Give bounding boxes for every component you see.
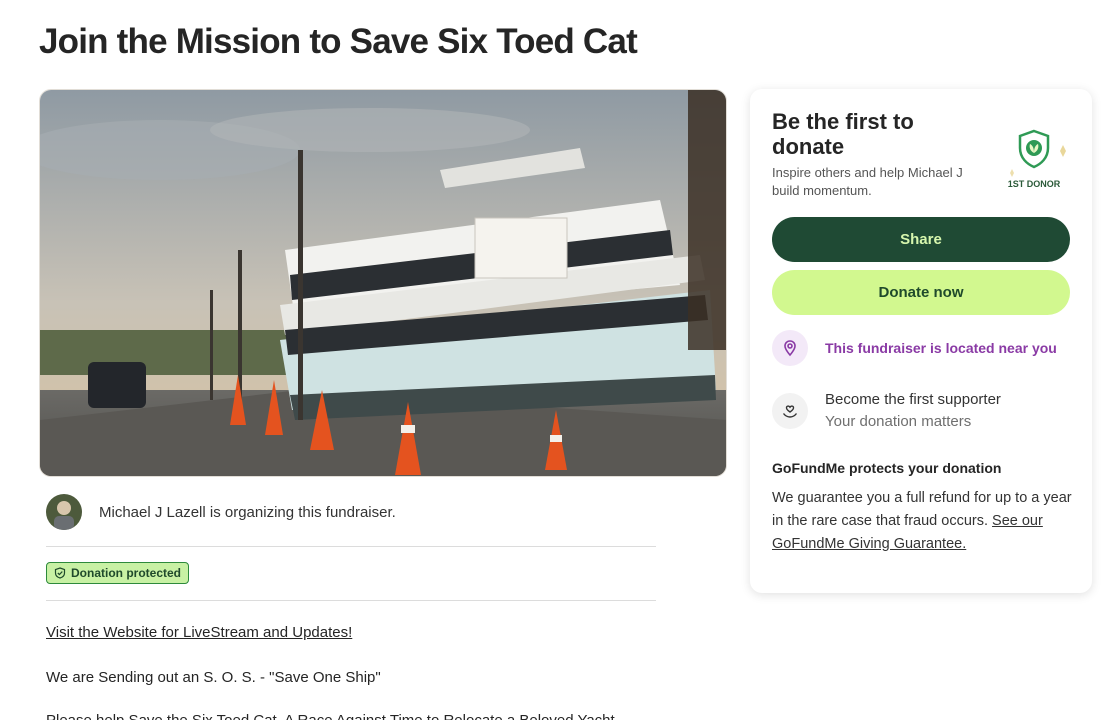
location-text: This fundraiser is located near you <box>825 340 1057 356</box>
hero-image[interactable] <box>39 89 727 477</box>
badge-label: Donation protected <box>71 566 181 580</box>
page-title: Join the Mission to Save Six Toed Cat <box>39 22 638 61</box>
first-donor-label: 1ST DONOR <box>1007 179 1061 189</box>
protection-body: We guarantee you a full refund for up to… <box>772 487 1072 556</box>
story-paragraph: Please help Save the Six Toed Cat, A Rac… <box>46 712 686 720</box>
card-subtitle: Inspire others and help Michael J build … <box>772 165 963 198</box>
shield-check-icon <box>54 567 66 579</box>
donation-card: Be the first to donate Inspire others an… <box>750 89 1092 593</box>
organizer-text: Michael J Lazell is organizing this fund… <box>99 503 396 521</box>
hand-heart-icon <box>772 393 808 429</box>
supporter-subtitle: Your donation matters <box>825 413 972 430</box>
card-title: Be the first to donate <box>772 109 914 159</box>
fundraiser-page: Join the Mission to Save Six Toed Cat Mi… <box>0 0 1120 720</box>
supporter-title: Become the first supporter <box>825 391 1001 408</box>
map-pin-icon <box>772 330 808 366</box>
share-button[interactable]: Share <box>772 217 1070 262</box>
supporter-text: Become the first supporter Your donation… <box>825 390 1001 434</box>
organizer-row: Michael J Lazell is organizing this fund… <box>46 492 656 532</box>
donate-now-button[interactable]: Donate now <box>772 270 1070 315</box>
supporter-row: Become the first supporter Your donation… <box>772 390 1072 434</box>
donation-protected-badge: Donation protected <box>46 562 189 584</box>
livestream-link[interactable]: Visit the Website for LiveStream and Upd… <box>46 624 352 641</box>
protection-title: GoFundMe protects your donation <box>772 460 1002 476</box>
location-row: This fundraiser is located near you <box>772 330 1072 366</box>
hero-photo <box>40 90 726 476</box>
divider <box>46 546 656 547</box>
story-paragraph: We are Sending out an S. O. S. - "Save O… <box>46 669 381 686</box>
avatar[interactable] <box>46 494 82 530</box>
divider <box>46 600 656 601</box>
